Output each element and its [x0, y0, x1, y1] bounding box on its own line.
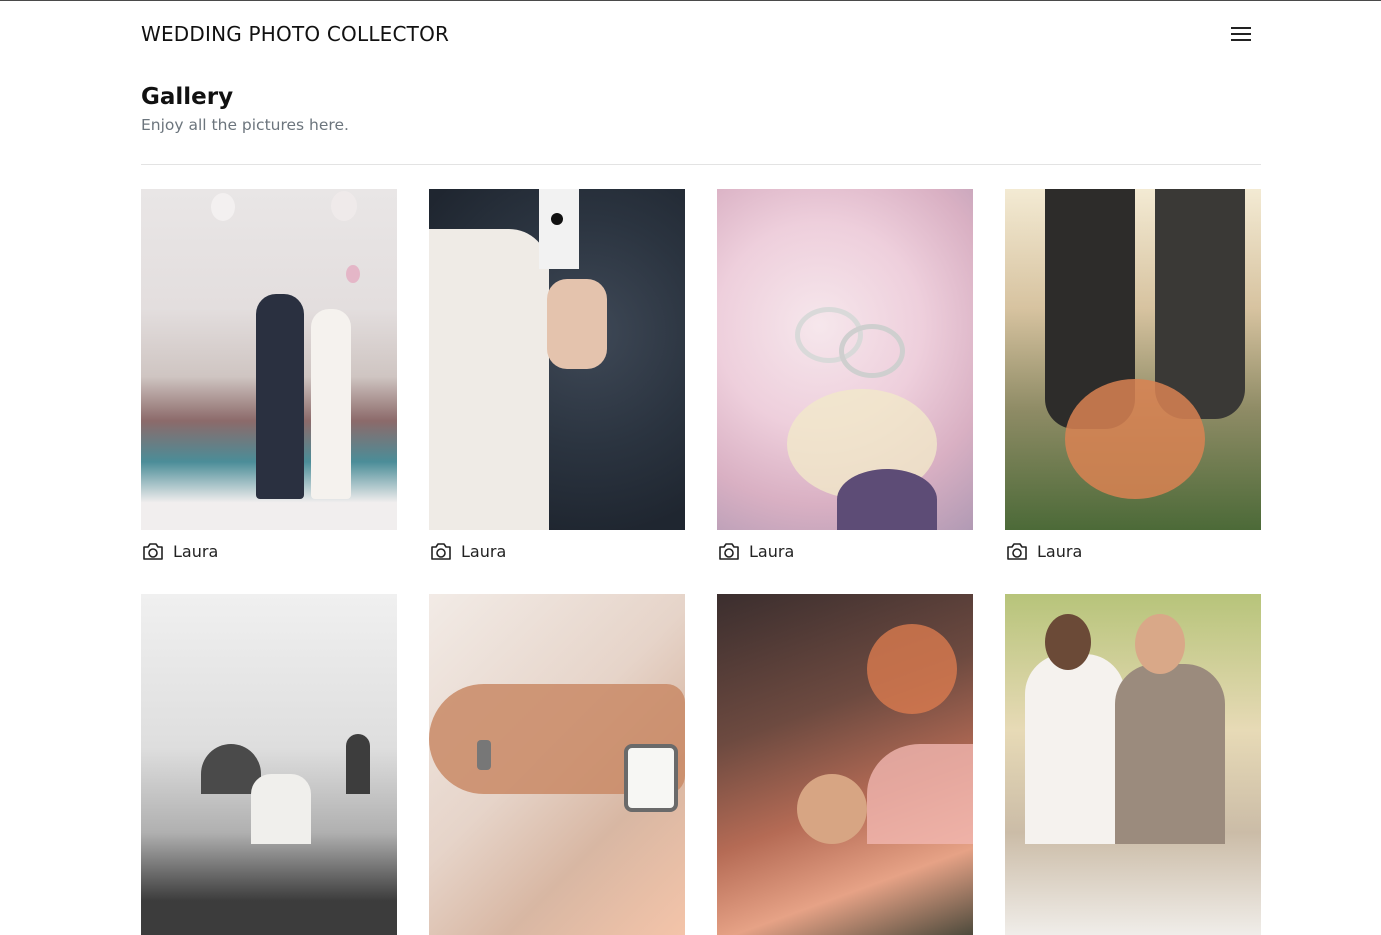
photo-author: Laura — [749, 541, 795, 561]
photo-caption: Laura — [141, 539, 218, 563]
photo-author: Laura — [461, 541, 507, 561]
gallery-photo[interactable] — [717, 594, 973, 935]
gallery-card[interactable]: Laura — [717, 189, 973, 561]
navbar: WEDDING PHOTO COLLECTOR — [141, 20, 1261, 50]
gallery-card[interactable]: Laura — [429, 189, 685, 561]
gallery-card[interactable] — [1005, 594, 1261, 935]
top-border — [0, 0, 1381, 1]
hamburger-menu-icon[interactable] — [1231, 27, 1251, 41]
page-title: Gallery — [141, 84, 234, 110]
photo-caption: Laura — [429, 539, 506, 563]
gallery-photo[interactable] — [1005, 594, 1261, 935]
photo-caption: Laura — [717, 539, 794, 563]
divider — [141, 164, 1261, 165]
gallery-card[interactable]: Laura — [141, 189, 397, 561]
camera-icon — [143, 543, 163, 560]
gallery-photo[interactable] — [141, 594, 397, 935]
brand-title[interactable]: WEDDING PHOTO COLLECTOR — [141, 22, 449, 46]
gallery-photo[interactable] — [717, 189, 973, 530]
gallery-header: Gallery Enjoy all the pictures here. — [141, 82, 1261, 134]
page-subtitle: Enjoy all the pictures here. — [141, 116, 349, 134]
photo-caption: Laura — [1005, 539, 1082, 563]
gallery-card[interactable] — [429, 594, 685, 935]
gallery-photo[interactable] — [429, 189, 685, 530]
camera-icon — [431, 543, 451, 560]
gallery-card[interactable]: Laura — [1005, 189, 1261, 561]
photo-author: Laura — [1037, 541, 1083, 561]
gallery-photo[interactable] — [1005, 189, 1261, 530]
photo-author: Laura — [173, 541, 219, 561]
camera-icon — [719, 543, 739, 560]
camera-icon — [1007, 543, 1027, 560]
gallery-photo[interactable] — [141, 189, 397, 530]
gallery-card[interactable] — [717, 594, 973, 935]
gallery-photo[interactable] — [429, 594, 685, 935]
gallery-card[interactable] — [141, 594, 397, 935]
